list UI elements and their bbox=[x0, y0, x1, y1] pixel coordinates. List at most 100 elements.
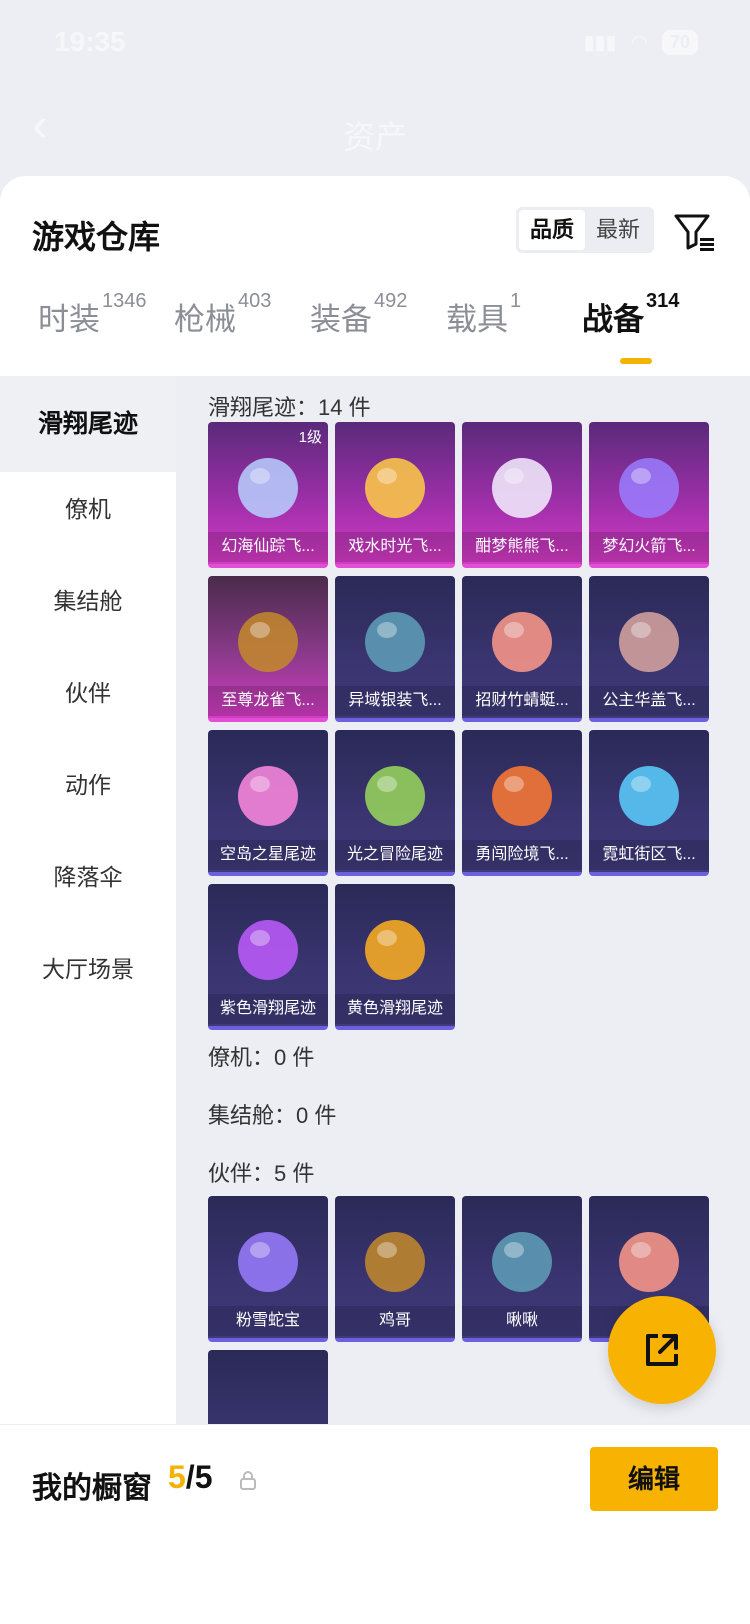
tab-label: 战备 bbox=[582, 302, 644, 337]
item-card[interactable] bbox=[208, 1350, 328, 1424]
item-content: 滑翔尾迹：14 件 1级 幻海仙踪飞... 戏水时光飞... 酣梦熊熊飞... 梦幻火箭… bbox=[176, 376, 750, 1424]
edit-button[interactable]: 编辑 bbox=[590, 1447, 718, 1511]
warehouse-sheet: 游戏仓库 品质 最新 时装1346 枪械403 装备492 载具1 战备314 … bbox=[0, 176, 750, 1624]
item-thumbnail bbox=[476, 436, 568, 532]
tab-vehicles[interactable]: 载具1 bbox=[446, 290, 521, 339]
item-name: 啾啾 bbox=[462, 1306, 582, 1336]
item-card[interactable]: 至尊龙雀飞... bbox=[208, 576, 328, 722]
sort-newest-button[interactable]: 最新 bbox=[585, 210, 651, 250]
sort-toggle: 品质 最新 bbox=[516, 207, 654, 253]
item-thumbnail bbox=[222, 436, 314, 532]
tab-fashion[interactable]: 时装1346 bbox=[38, 290, 147, 339]
tab-label: 枪械 bbox=[174, 302, 236, 337]
item-card[interactable]: 酣梦熊熊飞... bbox=[462, 422, 582, 568]
item-thumbnail bbox=[476, 590, 568, 686]
sidenav-item-pod[interactable]: 集结舱 bbox=[0, 582, 176, 616]
item-name: 粉雪蛇宝 bbox=[208, 1306, 328, 1336]
item-thumbnail bbox=[222, 590, 314, 686]
item-card[interactable]: 黄色滑翔尾迹 bbox=[335, 884, 455, 1030]
item-card[interactable]: 梦幻火箭飞... bbox=[589, 422, 709, 568]
item-card[interactable]: 啾啾 bbox=[462, 1196, 582, 1342]
item-card[interactable]: 异域银装飞... bbox=[335, 576, 455, 722]
sheet-title: 游戏仓库 bbox=[32, 219, 161, 255]
item-name: 戏水时光飞... bbox=[335, 532, 455, 562]
item-name: 霓虹街区飞... bbox=[589, 840, 709, 870]
showcase-count-current: 5 bbox=[168, 1459, 186, 1495]
item-card[interactable]: 招财竹蜻蜓... bbox=[462, 576, 582, 722]
item-name: 鸡哥 bbox=[335, 1306, 455, 1336]
item-thumbnail bbox=[349, 436, 441, 532]
item-name: 幻海仙踪飞... bbox=[208, 532, 328, 562]
showcase-bar: 我的橱窗 5/5 编辑 bbox=[0, 1424, 750, 1624]
category-tabs: 时装1346 枪械403 装备492 载具1 战备314 bbox=[0, 290, 750, 364]
item-card[interactable]: 鸡哥 bbox=[335, 1196, 455, 1342]
item-thumbnail bbox=[349, 590, 441, 686]
tab-label: 载具 bbox=[446, 302, 508, 337]
showcase-label: 我的橱窗 bbox=[32, 1472, 152, 1505]
section-title-pod: 集结舱：0 件 bbox=[208, 1103, 337, 1128]
item-thumbnail bbox=[349, 744, 441, 840]
tab-count: 314 bbox=[646, 290, 680, 312]
sidenav-item-wingman[interactable]: 僚机 bbox=[0, 490, 176, 524]
sidenav-item-parachute[interactable]: 降落伞 bbox=[0, 858, 176, 892]
side-nav: 滑翔尾迹 僚机 集结舱 伙伴 动作 降落伞 大厅场景 bbox=[0, 376, 176, 1424]
filter-icon[interactable] bbox=[672, 210, 716, 254]
battery-icon: 70 bbox=[661, 30, 698, 55]
item-thumbnail bbox=[603, 590, 695, 686]
tab-active-indicator bbox=[620, 358, 652, 364]
item-name: 梦幻火箭飞... bbox=[589, 532, 709, 562]
item-thumbnail bbox=[603, 1210, 695, 1306]
status-time: 19:35 bbox=[54, 26, 126, 57]
item-thumbnail bbox=[222, 1210, 314, 1306]
item-name: 酣梦熊熊飞... bbox=[462, 532, 582, 562]
item-thumbnail bbox=[603, 436, 695, 532]
sidenav-item-lobby-scene[interactable]: 大厅场景 bbox=[0, 950, 176, 984]
item-name: 至尊龙雀飞... bbox=[208, 686, 328, 716]
item-name: 黄色滑翔尾迹 bbox=[335, 994, 455, 1024]
item-card[interactable]: 霓虹街区飞... bbox=[589, 730, 709, 876]
item-card[interactable]: 1级 幻海仙踪飞... bbox=[208, 422, 328, 568]
item-name: 招财竹蜻蜓... bbox=[462, 686, 582, 716]
tab-label: 时装 bbox=[38, 302, 100, 337]
item-thumbnail bbox=[349, 898, 441, 994]
wifi-icon: ◠ bbox=[630, 32, 648, 54]
page-title: 资产 bbox=[342, 119, 407, 155]
item-card[interactable]: 粉雪蛇宝 bbox=[208, 1196, 328, 1342]
sheet-header: 游戏仓库 品质 最新 时装1346 枪械403 装备492 载具1 战备314 bbox=[0, 176, 750, 376]
sidenav-item-partner[interactable]: 伙伴 bbox=[0, 674, 176, 708]
item-name: 光之冒险尾迹 bbox=[335, 840, 455, 870]
item-thumbnail bbox=[349, 1210, 441, 1306]
tab-combat-gear[interactable]: 战备314 bbox=[582, 290, 679, 339]
glide-grid: 1级 幻海仙踪飞... 戏水时光飞... 酣梦熊熊飞... 梦幻火箭飞... 至尊龙雀飞.… bbox=[208, 422, 709, 1030]
item-card[interactable]: 戏水时光飞... bbox=[335, 422, 455, 568]
tab-guns[interactable]: 枪械403 bbox=[174, 290, 271, 339]
lock-icon bbox=[238, 1469, 258, 1491]
tab-count: 492 bbox=[374, 290, 408, 312]
item-name: 异域银装飞... bbox=[335, 686, 455, 716]
tab-equipment[interactable]: 装备492 bbox=[310, 290, 407, 339]
item-card[interactable]: 光之冒险尾迹 bbox=[335, 730, 455, 876]
sort-quality-button[interactable]: 品质 bbox=[519, 210, 585, 250]
item-thumbnail bbox=[222, 744, 314, 840]
sidenav-item-emote[interactable]: 动作 bbox=[0, 766, 176, 800]
share-fab[interactable] bbox=[608, 1296, 716, 1404]
item-card[interactable]: 公主华盖飞... bbox=[589, 576, 709, 722]
tab-count: 1 bbox=[510, 290, 522, 312]
tab-label: 装备 bbox=[310, 302, 372, 337]
item-thumbnail bbox=[476, 1210, 568, 1306]
signal-icon: ▮▮▮ bbox=[583, 32, 617, 54]
external-link-icon bbox=[646, 1334, 678, 1366]
tab-count: 1346 bbox=[102, 290, 147, 312]
item-thumbnail bbox=[222, 898, 314, 994]
tab-count: 403 bbox=[238, 290, 272, 312]
section-title-glide: 滑翔尾迹：14 件 bbox=[208, 395, 371, 420]
status-icons: ▮▮▮ ◠ 70 bbox=[583, 30, 698, 55]
section-title-wingman: 僚机：0 件 bbox=[208, 1045, 315, 1070]
item-card[interactable]: 空岛之星尾迹 bbox=[208, 730, 328, 876]
sidenav-item-glide-trail[interactable]: 滑翔尾迹 bbox=[0, 376, 176, 472]
item-card[interactable]: 勇闯险境飞... bbox=[462, 730, 582, 876]
item-name: 公主华盖飞... bbox=[589, 686, 709, 716]
item-thumbnail bbox=[476, 744, 568, 840]
section-title-partner: 伙伴：5 件 bbox=[208, 1161, 315, 1186]
item-card[interactable]: 紫色滑翔尾迹 bbox=[208, 884, 328, 1030]
